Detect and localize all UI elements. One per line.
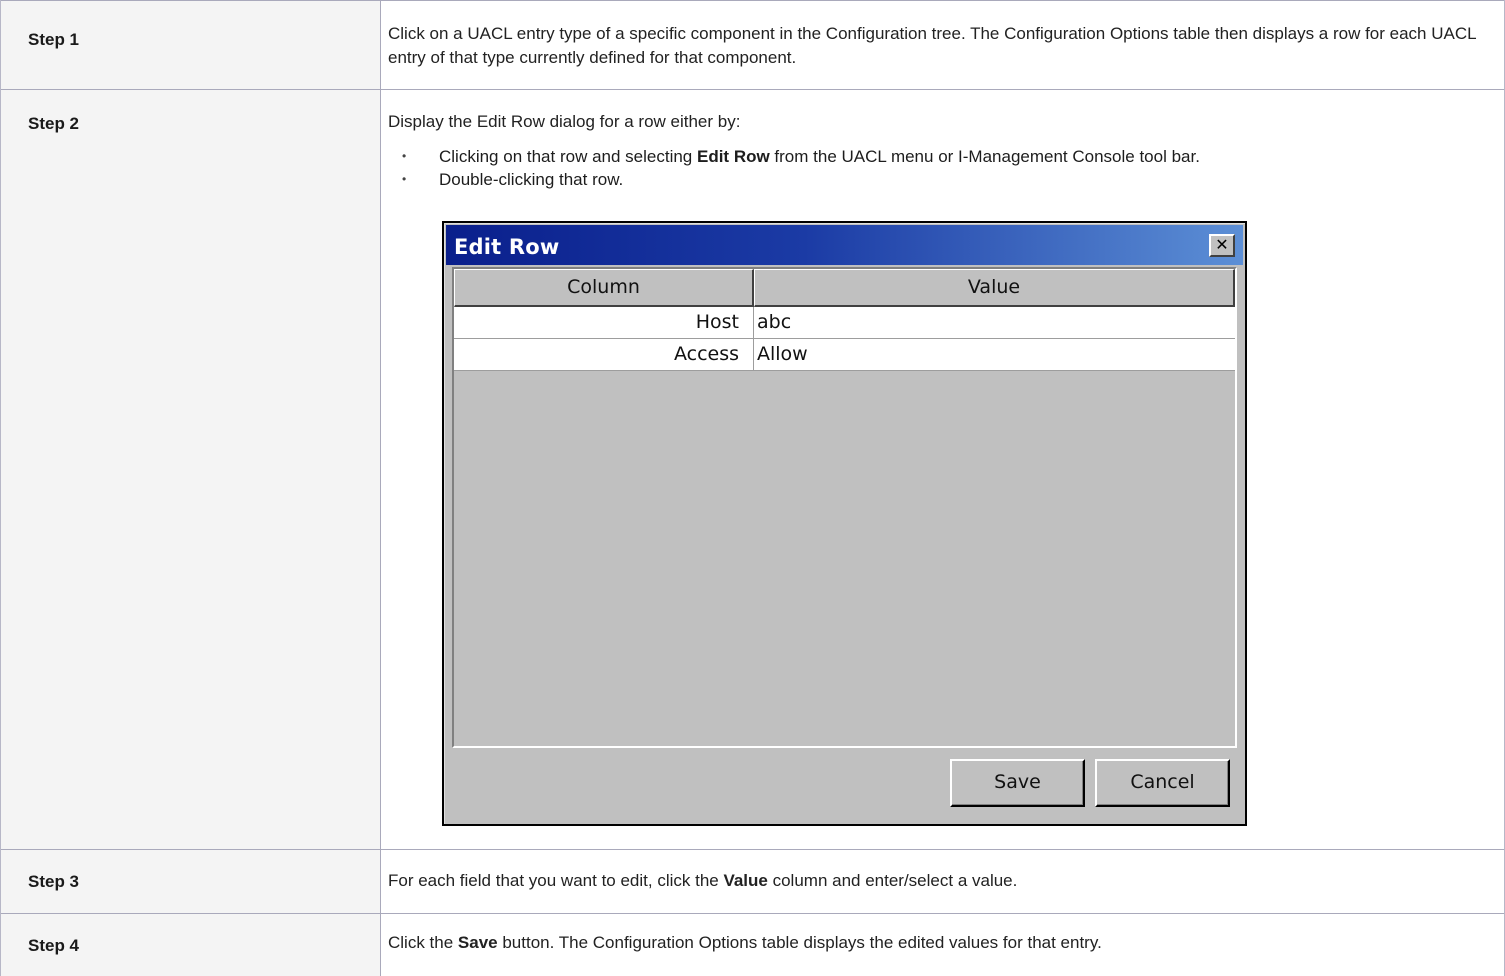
table-row[interactable]: Host abc [454, 307, 1235, 339]
row-field-name: Access [454, 339, 754, 370]
step-intro: Display the Edit Row dialog for a row ei… [388, 112, 741, 131]
bullet-bold-text: Edit Row [696, 147, 770, 166]
step-text: For each field that you want to edit, cl… [388, 871, 724, 890]
cancel-button[interactable]: Cancel [1095, 759, 1230, 807]
step-text: Click the [388, 933, 458, 952]
close-button[interactable]: ✕ [1209, 234, 1235, 257]
row-field-value[interactable]: Allow [755, 339, 1235, 370]
step-label: Step 3 [28, 872, 80, 891]
row-field-value[interactable]: abc [755, 307, 1235, 338]
step-description: Click the Save button. The Configuration… [388, 931, 1480, 955]
step-description-cell: For each field that you want to edit, cl… [381, 850, 1504, 913]
bullet-text: Clicking on that row and selecting [439, 147, 697, 166]
column-header-column[interactable]: Column [454, 269, 754, 307]
step-text: button. The Configuration Options table … [497, 933, 1102, 952]
step-row-1: Step 1 Click on a UACL entry type of a s… [1, 0, 1504, 89]
bullet-text: from the UACL menu or I-Management Conso… [769, 147, 1200, 166]
step-label: Step 1 [28, 30, 80, 49]
step-text: column and enter/select a value. [767, 871, 1018, 890]
list-item: Double-clicking that row. [388, 168, 1200, 191]
edit-row-grid: Column Value Host abc Access Allow [452, 267, 1237, 748]
step-label-cell: Step 1 [1, 1, 381, 89]
step-bullet-list: Clicking on that row and selecting Edit … [388, 145, 1200, 191]
step-label-cell: Step 3 [1, 850, 381, 913]
step-description-cell: Click the Save button. The Configuration… [381, 914, 1504, 976]
step-description: Click on a UACL entry type of a specific… [388, 24, 1476, 67]
step-row-3: Step 3 For each field that you want to e… [1, 849, 1504, 913]
save-button[interactable]: Save [950, 759, 1085, 807]
edit-row-dialog: Edit Row ✕ Column Value Host abc Access … [442, 221, 1247, 826]
list-item: Clicking on that row and selecting Edit … [388, 145, 1200, 168]
step-label: Step 2 [28, 114, 80, 133]
row-field-name: Host [454, 307, 754, 338]
bullet-text: Double-clicking that row. [439, 170, 624, 189]
step-label-cell: Step 2 [1, 90, 381, 849]
column-header-value[interactable]: Value [754, 269, 1235, 307]
dialog-titlebar: Edit Row ✕ [446, 225, 1243, 265]
close-icon: ✕ [1215, 235, 1229, 254]
dialog-title: Edit Row [454, 235, 560, 259]
step-description-cell: Click on a UACL entry type of a specific… [381, 1, 1504, 89]
step-label-cell: Step 4 [1, 914, 381, 976]
step-bold-text: Save [457, 933, 498, 952]
step-row-4: Step 4 Click the Save button. The Config… [1, 913, 1504, 976]
step-bold-text: Value [723, 871, 768, 890]
step-label: Step 4 [28, 936, 80, 955]
table-row[interactable]: Access Allow [454, 339, 1235, 371]
step-description: For each field that you want to edit, cl… [388, 869, 1480, 893]
